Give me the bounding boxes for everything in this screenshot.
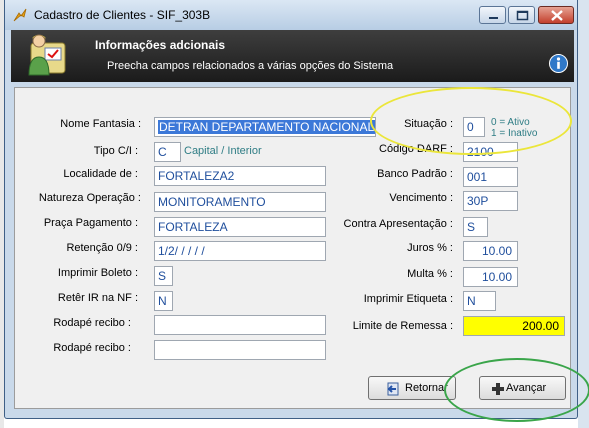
rodape-recibo-2-input[interactable]: [154, 340, 326, 360]
app-icon: [13, 8, 27, 22]
situacao-label: Situação :: [404, 118, 453, 130]
situacao-hint-ativo: 0 = Ativo: [491, 117, 530, 128]
info-icon[interactable]: [549, 54, 568, 73]
contra-apresentacao-label: Contra Apresentação :: [343, 218, 453, 230]
user-card-icon: [28, 34, 66, 76]
avancar-button[interactable]: Avançar: [479, 376, 566, 400]
praca-pagamento-label: Praça Pagamento :: [43, 217, 138, 229]
back-arrow-icon: [387, 382, 399, 396]
maximize-icon: [516, 10, 529, 21]
limite-remessa-input[interactable]: 200.00: [463, 316, 565, 336]
desktop-background-right: [578, 0, 589, 428]
header-subtitle: Preecha campos relacionados a várias opç…: [107, 60, 394, 72]
tipo-ci-hint: Capital / Interior: [184, 145, 262, 157]
rodape-recibo-1-input[interactable]: [154, 315, 326, 335]
retencao-input[interactable]: 1/2/ / / / /: [154, 241, 326, 261]
juros-input[interactable]: 10.00: [463, 241, 518, 261]
minimize-button[interactable]: [479, 6, 506, 24]
retornar-button[interactable]: Retornar: [368, 376, 456, 400]
dialog-window: Cadastro de Clientes - SIF_303B Informaç…: [4, 0, 578, 419]
minimize-icon: [489, 17, 498, 19]
maximize-button[interactable]: [508, 6, 535, 24]
limite-remessa-label: Limite de Remessa :: [352, 320, 453, 332]
close-icon: [551, 10, 563, 21]
form-panel: Nome Fantasia : DETRAN DEPARTAMENTO NACI…: [14, 87, 571, 409]
multa-label: Multa % :: [407, 268, 453, 280]
multa-input[interactable]: 10.00: [463, 267, 518, 287]
info-header: Informações adcionais Preecha campos rel…: [11, 30, 574, 82]
imprimir-boleto-label: Imprimir Boleto :: [57, 267, 138, 279]
juros-label: Juros % :: [407, 242, 453, 254]
praca-pagamento-input[interactable]: FORTALEZA: [154, 217, 326, 237]
tipo-ci-input[interactable]: C: [154, 142, 181, 162]
plus-icon: [492, 383, 504, 395]
localidade-input[interactable]: FORTALEZA2: [154, 166, 326, 186]
retencao-label: Retenção 0/9 :: [66, 242, 138, 254]
situacao-hint-inativo: 1 = Inativo: [491, 128, 538, 139]
localidade-label: Localidade de :: [63, 168, 138, 180]
avancar-label: Avançar: [506, 382, 547, 394]
rodape-recibo-1-label: Rodapé recibo :: [53, 317, 131, 329]
header-title: Informações adcionais: [95, 38, 226, 52]
banco-padrao-input[interactable]: 001: [463, 167, 518, 187]
imprimir-etiqueta-label: Imprimir Etiqueta :: [363, 293, 453, 305]
tipo-ci-label: Tipo C/I :: [93, 145, 138, 157]
nome-fantasia-label: Nome Fantasia :: [60, 118, 141, 130]
title-bar[interactable]: Cadastro de Clientes - SIF_303B: [5, 0, 577, 30]
contra-apresentacao-input[interactable]: S: [463, 217, 488, 237]
reter-ir-input[interactable]: N: [154, 291, 173, 311]
retornar-label: Retornar: [405, 382, 448, 394]
banco-padrao-label: Banco Padrão :: [377, 168, 453, 180]
nome-fantasia-value: DETRAN DEPARTAMENTO NACIONAL: [158, 120, 375, 134]
vencimento-label: Vencimento :: [389, 192, 453, 204]
natureza-operacao-label: Natureza Operação :: [38, 192, 141, 204]
situacao-input[interactable]: 0: [463, 117, 485, 137]
rodape-recibo-2-label: Rodapé recibo :: [53, 342, 131, 354]
imprimir-boleto-input[interactable]: S: [154, 266, 173, 286]
close-button[interactable]: [538, 6, 574, 24]
vencimento-input[interactable]: 30P: [463, 191, 518, 211]
window-title: Cadastro de Clientes - SIF_303B: [34, 8, 211, 22]
natureza-operacao-input[interactable]: MONITORAMENTO: [154, 192, 326, 212]
nome-fantasia-input[interactable]: DETRAN DEPARTAMENTO NACIONAL: [154, 117, 376, 137]
codigo-darf-label: Código DARF :: [379, 143, 453, 155]
imprimir-etiqueta-input[interactable]: N: [463, 291, 496, 311]
reter-ir-label: Retêr IR na NF :: [57, 292, 138, 304]
codigo-darf-input[interactable]: 2100: [463, 142, 518, 162]
